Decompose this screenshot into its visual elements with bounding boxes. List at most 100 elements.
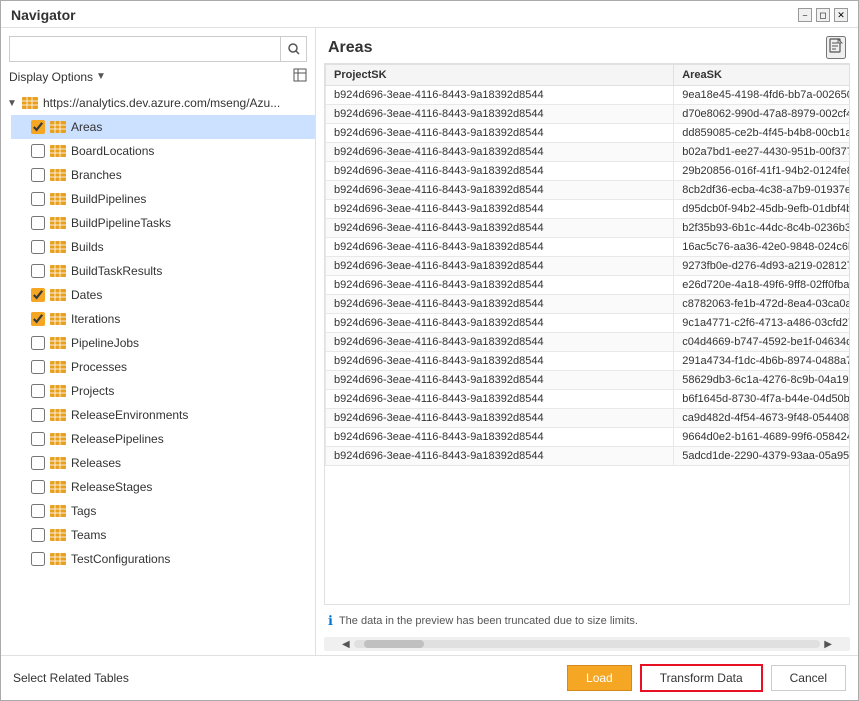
buildtaskresults-checkbox[interactable]: [31, 264, 45, 278]
pipelinejobs-icon: [49, 336, 67, 350]
tree-item-iterations[interactable]: Iterations: [11, 307, 315, 331]
tree-root: ▼ https://analytics.dev.azure.com/mseng/…: [1, 89, 315, 573]
iterations-checkbox[interactable]: [31, 312, 45, 326]
tree-item-projects[interactable]: Projects: [11, 379, 315, 403]
close-button[interactable]: ✕: [834, 8, 848, 22]
search-input[interactable]: [9, 36, 281, 62]
teams-icon: [49, 528, 67, 542]
horizontal-scrollbar[interactable]: ◀ ▶: [324, 637, 850, 651]
tree-item-buildpipelinetasks[interactable]: BuildPipelineTasks: [11, 211, 315, 235]
dates-checkbox[interactable]: [31, 288, 45, 302]
tree-item-branches[interactable]: Branches: [11, 163, 315, 187]
tree-item-processes[interactable]: Processes: [11, 355, 315, 379]
table-cell: b924d696-3eae-4116-8443-9a18392d8544: [326, 257, 674, 276]
cancel-button[interactable]: Cancel: [771, 665, 846, 691]
table-cell: b924d696-3eae-4116-8443-9a18392d8544: [326, 314, 674, 333]
tree-item-builds[interactable]: Builds: [11, 235, 315, 259]
releases-checkbox[interactable]: [31, 456, 45, 470]
right-panel: Areas ProjectSK Are: [316, 28, 858, 655]
search-button[interactable]: [281, 36, 307, 62]
buildpipelinetasks-checkbox[interactable]: [31, 216, 45, 230]
tree-item-testconfigurations[interactable]: TestConfigurations: [11, 547, 315, 571]
scroll-thumb[interactable]: [364, 640, 424, 648]
tree-item-tags[interactable]: Tags: [11, 499, 315, 523]
tree-item-releasepipelines[interactable]: ReleasePipelines: [11, 427, 315, 451]
minimize-button[interactable]: ⎯: [798, 8, 812, 22]
table-row: b924d696-3eae-4116-8443-9a18392d8544c878…: [326, 295, 851, 314]
table-cell: b924d696-3eae-4116-8443-9a18392d8544: [326, 143, 674, 162]
display-options-button[interactable]: Display Options ▼: [9, 70, 106, 84]
restore-button[interactable]: ◻: [816, 8, 830, 22]
projects-checkbox[interactable]: [31, 384, 45, 398]
buildpipelinetasks-label: BuildPipelineTasks: [71, 216, 171, 230]
table-cell: d70e8062-990d-47a8-8979-002cf4536db2: [674, 105, 850, 124]
tree-item-teams[interactable]: Teams: [11, 523, 315, 547]
tree-item-boardlocations[interactable]: BoardLocations: [11, 139, 315, 163]
table-row: b924d696-3eae-4116-8443-9a18392d8544d70e…: [326, 105, 851, 124]
pipelinejobs-checkbox[interactable]: [31, 336, 45, 350]
right-panel-icon-button[interactable]: [826, 36, 846, 59]
releaseenvironments-icon: [49, 408, 67, 422]
page-layout-button[interactable]: [293, 68, 307, 85]
releasestages-checkbox[interactable]: [31, 480, 45, 494]
bottom-bar: Select Related Tables Load Transform Dat…: [1, 655, 858, 700]
table-cell: dd859085-ce2b-4f45-b4b8-00cb1a2ec975: [674, 124, 850, 143]
layout-icon: [293, 68, 307, 82]
tree-item-pipelinejobs[interactable]: PipelineJobs: [11, 331, 315, 355]
scroll-left-arrow-icon[interactable]: ◀: [338, 639, 354, 650]
leaf-spacer: [17, 122, 31, 133]
builds-checkbox[interactable]: [31, 240, 45, 254]
table-row: b924d696-3eae-4116-8443-9a18392d8544b6f1…: [326, 390, 851, 409]
navigator-window: Navigator ⎯ ◻ ✕ Display Options: [0, 0, 859, 701]
select-related-tables-button[interactable]: Select Related Tables: [13, 671, 129, 685]
releaseenvironments-checkbox[interactable]: [31, 408, 45, 422]
tree-item-releaseenvironments[interactable]: ReleaseEnvironments: [11, 403, 315, 427]
table-row: b924d696-3eae-4116-8443-9a18392d8544e26d…: [326, 276, 851, 295]
releasepipelines-icon: [49, 432, 67, 446]
teams-checkbox[interactable]: [31, 528, 45, 542]
table-cell: 16ac5c76-aa36-42e0-9848-024c6b334f2f: [674, 238, 850, 257]
areas-checkbox[interactable]: [31, 120, 45, 134]
table-cell: b2f35b93-6b1c-44dc-8c4b-0236b368d18f: [674, 219, 850, 238]
tree-container: ▼ https://analytics.dev.azure.com/mseng/…: [1, 89, 315, 655]
info-icon: ℹ: [328, 613, 333, 629]
tree-item-releases[interactable]: Releases: [11, 451, 315, 475]
action-buttons: Load Transform Data Cancel: [567, 664, 846, 692]
tree-item-areas[interactable]: Areas: [11, 115, 315, 139]
tags-checkbox[interactable]: [31, 504, 45, 518]
table-row: b924d696-3eae-4116-8443-9a18392d8544b02a…: [326, 143, 851, 162]
releasepipelines-checkbox[interactable]: [31, 432, 45, 446]
expand-chevron-icon: ▼: [7, 98, 21, 109]
table-cell: b924d696-3eae-4116-8443-9a18392d8544: [326, 447, 674, 466]
transform-data-button[interactable]: Transform Data: [640, 664, 763, 692]
table-cell: e26d720e-4a18-49f6-9ff8-02ff0fbad0f6: [674, 276, 850, 295]
dates-label: Dates: [71, 288, 102, 302]
table-row: b924d696-3eae-4116-8443-9a18392d8544d95d…: [326, 200, 851, 219]
branches-checkbox[interactable]: [31, 168, 45, 182]
tree-item-buildpipelines[interactable]: BuildPipelines: [11, 187, 315, 211]
main-content: Display Options ▼ ▼: [1, 28, 858, 655]
buildpipelines-checkbox[interactable]: [31, 192, 45, 206]
table-cell: 9273fb0e-d276-4d93-a219-02812781512b: [674, 257, 850, 276]
table-cell: b924d696-3eae-4116-8443-9a18392d8544: [326, 428, 674, 447]
data-table-container[interactable]: ProjectSK AreaSK AreaId b924d696-3eae-41…: [324, 63, 850, 605]
buildpipelines-icon: [49, 192, 67, 206]
processes-checkbox[interactable]: [31, 360, 45, 374]
load-button[interactable]: Load: [567, 665, 632, 691]
tree-item-dates[interactable]: Dates: [11, 283, 315, 307]
releasestages-icon: [49, 480, 67, 494]
page-icon: [828, 38, 844, 54]
table-cell: b924d696-3eae-4116-8443-9a18392d8544: [326, 105, 674, 124]
scroll-right-arrow-icon[interactable]: ▶: [820, 639, 836, 650]
table-cell: 58629db3-6c1a-4276-8c9b-04a19daef30a: [674, 371, 850, 390]
table-row: b924d696-3eae-4116-8443-9a18392d85449664…: [326, 428, 851, 447]
scroll-track[interactable]: [354, 640, 821, 648]
tree-item-buildtaskresults[interactable]: BuildTaskResults: [11, 259, 315, 283]
testconfigurations-checkbox[interactable]: [31, 552, 45, 566]
tree-item-releasestages[interactable]: ReleaseStages: [11, 475, 315, 499]
pipelinejobs-label: PipelineJobs: [71, 336, 139, 350]
tree-children: Areas: [1, 115, 315, 571]
tree-root-node[interactable]: ▼ https://analytics.dev.azure.com/mseng/…: [1, 91, 315, 115]
table-row: b924d696-3eae-4116-8443-9a18392d85445862…: [326, 371, 851, 390]
boardlocations-checkbox[interactable]: [31, 144, 45, 158]
